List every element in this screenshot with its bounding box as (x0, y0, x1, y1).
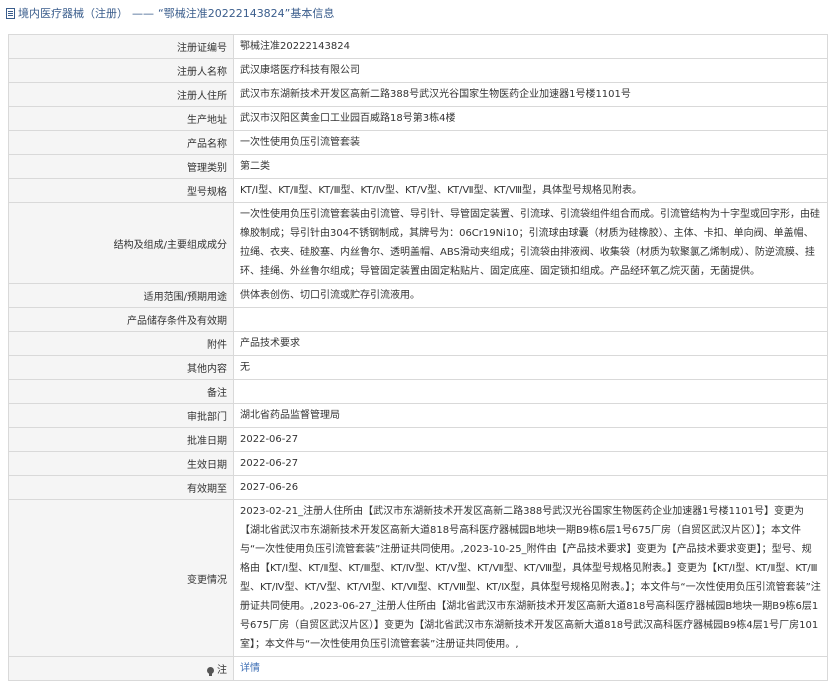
table-row: 生效日期 2022-06-27 (8, 451, 828, 476)
table-row: 附件 产品技术要求 (8, 331, 828, 356)
footer-value-cell: 详情 (233, 656, 828, 681)
field-value: 一次性使用负压引流管套装由引流管、导引针、导管固定装置、引流球、引流袋组件组合而… (233, 202, 828, 284)
info-table: 注册证编号 鄂械注准20222143824 注册人名称 武汉康塔医疗科技有限公司 注… (8, 34, 828, 681)
page-header: 境内医疗器械（注册） —— “鄂械注准20222143824”基本信息 (6, 4, 334, 22)
field-value: 无 (233, 355, 828, 380)
table-row: 管理类别 第二类 (8, 154, 828, 179)
field-label: 生产地址 (8, 106, 234, 131)
header-separator: —— (132, 6, 154, 20)
table-row: 型号规格 KT/Ⅰ型、KT/Ⅱ型、KT/Ⅲ型、KT/Ⅳ型、KT/Ⅴ型、KT/Ⅶ型、… (8, 178, 828, 203)
field-value: 武汉市汉阳区黄金口工业园百威路18号第3栋4楼 (233, 106, 828, 131)
field-value: 第二类 (233, 154, 828, 179)
field-value: 2023-02-21_注册人住所由【武汉市东湖新技术开发区高新二路388号武汉光… (233, 499, 828, 657)
field-label: 适用范围/预期用途 (8, 283, 234, 308)
header-prefix: 境内医疗器械（注册） (18, 7, 128, 20)
table-row: 生产地址 武汉市汉阳区黄金口工业园百威路18号第3栋4楼 (8, 106, 828, 131)
field-label: 备注 (8, 379, 234, 404)
footer-label-cell: 注 (8, 656, 234, 681)
table-row: 结构及组成/主要组成成分 一次性使用负压引流管套装由引流管、导引针、导管固定装置、… (8, 202, 828, 284)
table-row: 批准日期 2022-06-27 (8, 427, 828, 452)
field-label: 其他内容 (8, 355, 234, 380)
field-label: 注册证编号 (8, 34, 234, 59)
footer-label: 注 (217, 665, 227, 676)
field-value (233, 307, 828, 332)
field-value: 产品技术要求 (233, 331, 828, 356)
field-value: 2022-06-27 (233, 451, 828, 476)
field-label: 附件 (8, 331, 234, 356)
field-label: 变更情况 (8, 499, 234, 657)
table-row: 其他内容无 (8, 355, 828, 380)
details-link[interactable]: 详情 (240, 663, 260, 674)
table-row: 有效期至 2027-06-26 (8, 475, 828, 500)
field-label: 管理类别 (8, 154, 234, 179)
table-row: 适用范围/预期用途 供体表创伤、切口引流或贮存引流液用。 (8, 283, 828, 308)
table-row: 注 详情 (8, 656, 828, 681)
table-row: 备注 (8, 379, 828, 404)
header-title: “鄂械注准20222143824”基本信息 (158, 7, 335, 20)
field-value: 一次性使用负压引流管套装 (233, 130, 828, 155)
field-label: 产品名称 (8, 130, 234, 155)
field-value: 湖北省药品监督管理局 (233, 403, 828, 428)
field-label: 产品储存条件及有效期 (8, 307, 234, 332)
field-value: 2022-06-27 (233, 427, 828, 452)
field-label: 型号规格 (8, 178, 234, 203)
field-label: 生效日期 (8, 451, 234, 476)
field-value: KT/Ⅰ型、KT/Ⅱ型、KT/Ⅲ型、KT/Ⅳ型、KT/Ⅴ型、KT/Ⅶ型、KT/Ⅷ… (233, 178, 828, 203)
document-icon (6, 7, 15, 19)
table-row: 注册证编号 鄂械注准20222143824 (8, 34, 828, 59)
field-value: 武汉市东湖新技术开发区高新二路388号武汉光谷国家生物医药企业加速器1号楼110… (233, 82, 828, 107)
table-row: 注册人名称 武汉康塔医疗科技有限公司 (8, 58, 828, 83)
table-row: 产品储存条件及有效期 (8, 307, 828, 332)
table-row: 产品名称 一次性使用负压引流管套装 (8, 130, 828, 155)
field-label: 有效期至 (8, 475, 234, 500)
field-label: 审批部门 (8, 403, 234, 428)
field-value: 2027-06-26 (233, 475, 828, 500)
table-row: 变更情况 2023-02-21_注册人住所由【武汉市东湖新技术开发区高新二路388… (8, 499, 828, 657)
field-value: 供体表创伤、切口引流或贮存引流液用。 (233, 283, 828, 308)
table-row: 审批部门 湖北省药品监督管理局 (8, 403, 828, 428)
field-value: 武汉康塔医疗科技有限公司 (233, 58, 828, 83)
field-label: 批准日期 (8, 427, 234, 452)
field-label: 注册人住所 (8, 82, 234, 107)
table-row: 注册人住所 武汉市东湖新技术开发区高新二路388号武汉光谷国家生物医药企业加速器1… (8, 82, 828, 107)
field-value: 鄂械注准20222143824 (233, 34, 828, 59)
pin-icon (207, 666, 214, 676)
field-value (233, 379, 828, 404)
field-label: 注册人名称 (8, 58, 234, 83)
field-label: 结构及组成/主要组成成分 (8, 202, 234, 284)
